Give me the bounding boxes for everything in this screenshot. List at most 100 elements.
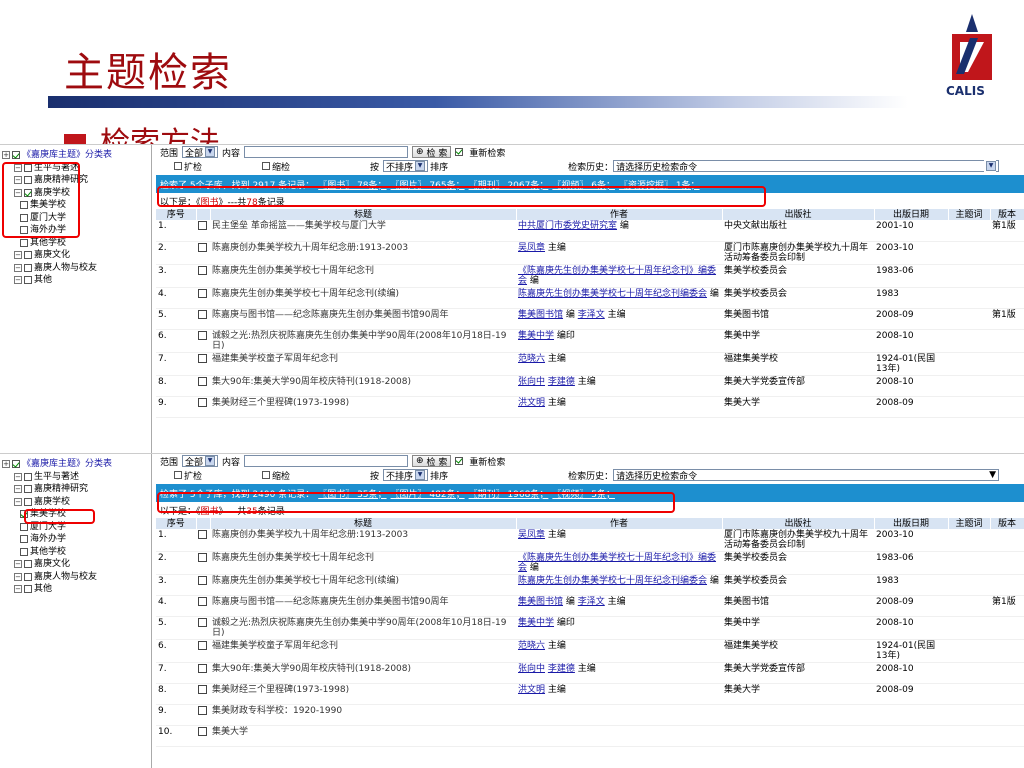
row-select[interactable] (196, 662, 210, 684)
row-select[interactable] (196, 574, 210, 596)
row-checkbox[interactable] (198, 242, 207, 252)
author-link[interactable]: 吴凤章 (518, 530, 545, 540)
author-link[interactable]: 李泽文 (578, 597, 605, 607)
row-select[interactable] (196, 241, 210, 265)
tree-item[interactable]: − 其他 (2, 583, 149, 596)
row-select[interactable] (196, 329, 210, 353)
author-link[interactable]: 范晓六 (518, 641, 545, 651)
search-input[interactable] (244, 146, 409, 158)
tree-checkbox[interactable] (20, 535, 28, 544)
search-button[interactable]: ⊕ 检 索 (412, 455, 452, 468)
expand-toggle-icon[interactable]: − (14, 276, 22, 285)
tree-item[interactable]: + 《嘉庚库主题》分类表 (2, 149, 149, 162)
row-checkbox[interactable] (198, 597, 207, 606)
row-checkbox[interactable] (198, 221, 207, 230)
expand-checkbox[interactable] (174, 162, 182, 170)
research-checkbox[interactable] (455, 457, 464, 465)
row-checkbox[interactable] (198, 576, 207, 585)
row-checkbox[interactable] (198, 664, 207, 673)
row-checkbox[interactable] (198, 553, 207, 562)
research-checkbox[interactable] (455, 148, 464, 156)
row-select[interactable] (196, 264, 210, 288)
tree-checkbox[interactable] (20, 238, 28, 247)
author-link[interactable]: 洪文明 (518, 398, 545, 408)
row-select[interactable] (196, 704, 210, 726)
row-select[interactable] (196, 725, 210, 747)
tree-item[interactable]: − 嘉庚精神研究 (2, 483, 149, 496)
author-link[interactable]: 李泽文 (578, 310, 605, 320)
row-title[interactable]: 福建集美学校童子军周年纪念刊 (210, 352, 516, 376)
row-checkbox[interactable] (198, 685, 207, 694)
author-link[interactable]: 陈嘉庚先生创办集美学校七十周年纪念刊编委会 (518, 576, 707, 586)
author-link[interactable]: 《陈嘉庚先生创办集美学校七十周年纪念刊》编委会 (518, 266, 716, 286)
expand-toggle-icon[interactable]: − (14, 585, 22, 594)
history-select[interactable]: 请选择历史检索命令 ▼ (613, 469, 1000, 482)
author-link[interactable]: 张向中 (518, 664, 545, 674)
row-title[interactable]: 陈嘉庚先生创办集美学校七十周年纪念刊 (210, 551, 516, 575)
tree-item[interactable]: − 嘉庚学校 (2, 496, 149, 509)
expand-toggle-icon[interactable]: − (14, 485, 22, 494)
row-title[interactable]: 陈嘉庚先生创办集美学校七十周年纪念刊(续编) (210, 287, 516, 309)
expand-toggle-icon[interactable]: + (2, 460, 10, 469)
row-title[interactable]: 福建集美学校童子军周年纪念刊 (210, 639, 516, 663)
author-link[interactable]: 集美图书馆 (518, 310, 563, 320)
expand-toggle-icon[interactable]: − (14, 472, 22, 481)
row-select[interactable] (196, 352, 210, 376)
tree-checkbox[interactable] (12, 460, 20, 469)
row-checkbox[interactable] (198, 288, 207, 298)
row-title[interactable]: 民主堡垒 革命摇篮——集美学校与厦门大学 (210, 220, 516, 242)
tree-item[interactable]: − 嘉庚人物与校友 (2, 571, 149, 584)
row-select[interactable] (196, 308, 210, 330)
row-title[interactable]: 陈嘉庚与图书馆——纪念陈嘉庚先生创办集美图书馆90周年 (210, 595, 516, 617)
row-title[interactable]: 陈嘉庚创办集美学校九十周年纪念册:1913-2003 (210, 241, 516, 265)
author-link[interactable]: 中共厦门市委党史研究室 (518, 221, 617, 231)
author-link[interactable]: 陈嘉庚先生创办集美学校七十周年纪念刊编委会 (518, 289, 707, 299)
range-select[interactable]: 全部 ▼ (182, 146, 219, 159)
row-select[interactable] (196, 683, 210, 705)
tree-item[interactable]: 其他学校 (2, 546, 149, 559)
row-checkbox[interactable] (198, 330, 207, 340)
tree-item-label[interactable]: 《嘉庚库主题》分类表 (22, 458, 112, 470)
row-select[interactable] (196, 375, 210, 397)
row-title[interactable]: 陈嘉庚先生创办集美学校七十周年纪念刊(续编) (210, 574, 516, 596)
row-checkbox[interactable] (198, 618, 207, 627)
sort-select[interactable]: 不排序 ▼ (383, 160, 429, 173)
row-title[interactable]: 集大90年:集美大学90周年校庆特刊(1918-2008) (210, 375, 516, 397)
sort-select[interactable]: 不排序 ▼ (383, 469, 429, 482)
tree-checkbox[interactable] (24, 276, 32, 285)
author-link[interactable]: 张向中 (518, 377, 545, 387)
tree-item[interactable]: − 嘉庚人物与校友 (2, 262, 149, 275)
range-select[interactable]: 全部 ▼ (182, 455, 219, 468)
author-link[interactable]: 范晓六 (518, 354, 545, 364)
row-checkbox[interactable] (198, 309, 207, 319)
tree-checkbox[interactable] (20, 547, 28, 556)
row-select[interactable] (196, 529, 210, 552)
tree-item[interactable]: − 其他 (2, 274, 149, 287)
tree-checkbox[interactable] (24, 497, 32, 506)
row-title[interactable]: 陈嘉庚创办集美学校九十周年纪念册:1913-2003 (210, 529, 516, 552)
author-link[interactable]: 集美中学 (518, 331, 554, 341)
row-select[interactable] (196, 616, 210, 640)
row-title[interactable]: 陈嘉庚先生创办集美学校七十周年纪念刊 (210, 264, 516, 288)
tree-checkbox[interactable] (24, 585, 32, 594)
expand-checkbox[interactable] (174, 471, 182, 479)
tree-checkbox[interactable] (24, 472, 32, 481)
row-select[interactable] (196, 287, 210, 309)
expand-toggle-icon[interactable]: − (14, 263, 22, 272)
tree-item[interactable]: − 嘉庚文化 (2, 249, 149, 262)
tree-checkbox[interactable] (24, 485, 32, 494)
author-link[interactable]: 《陈嘉庚先生创办集美学校七十周年纪念刊》编委会 (518, 553, 716, 573)
row-title[interactable]: 集美财经三个里程碑(1973-1998) (210, 396, 516, 418)
row-title[interactable]: 集大90年:集美大学90周年校庆特刊(1918-2008) (210, 662, 516, 684)
tree-checkbox[interactable] (24, 572, 32, 581)
tree-checkbox[interactable] (12, 151, 20, 160)
row-checkbox[interactable] (198, 265, 207, 275)
tree-item[interactable]: − 生平与著述 (2, 471, 149, 484)
row-select[interactable] (196, 551, 210, 575)
author-link[interactable]: 集美中学 (518, 618, 554, 628)
row-select[interactable] (196, 639, 210, 663)
tree-checkbox[interactable] (24, 251, 32, 260)
author-link[interactable]: 洪文明 (518, 685, 545, 695)
row-checkbox[interactable] (198, 706, 207, 715)
tree-item[interactable]: + 《嘉庚库主题》分类表 (2, 458, 149, 471)
